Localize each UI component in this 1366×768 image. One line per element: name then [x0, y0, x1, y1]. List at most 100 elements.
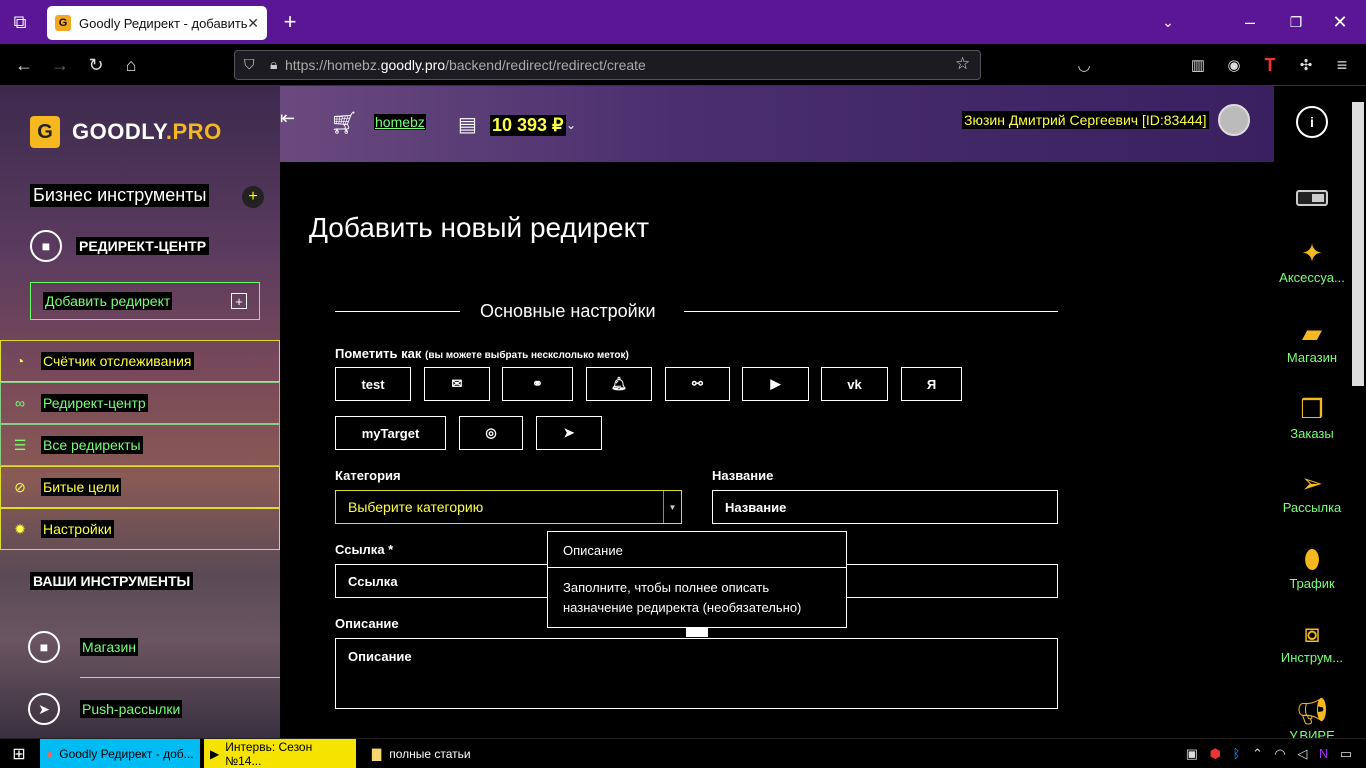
- toggle-switch[interactable]: [1296, 190, 1328, 206]
- category-select[interactable]: Выберите категорию ▼: [335, 490, 682, 524]
- active-tool-label: РЕДИРЕКТ-ЦЕНТР: [76, 237, 210, 255]
- sidebar-item-redirect-center[interactable]: ∞ Редирект-центр: [0, 382, 280, 424]
- orders-icon: ❒: [1300, 394, 1324, 424]
- link-icon: ∞: [15, 395, 25, 411]
- url-bar[interactable]: https://homebz.goodly.pro/backend/redire…: [234, 50, 981, 80]
- lock-icon[interactable]: 🔒︎: [270, 56, 277, 73]
- description-field[interactable]: Описание: [335, 638, 1058, 709]
- browser-tab[interactable]: G Goodly Редирект - добавить ✕: [47, 6, 267, 40]
- logo-icon: G: [30, 116, 60, 148]
- logo-text: GOODLY: [72, 119, 166, 144]
- sidebar-item-broken-goals[interactable]: ⊘ Битые цели: [0, 466, 280, 508]
- minimize-icon[interactable]: –: [1230, 0, 1270, 44]
- mark-bell-button[interactable]: 🔔︎: [586, 367, 652, 401]
- shop-bag-icon: ▰: [1302, 318, 1322, 348]
- bluetooth-icon: ᛒ: [1232, 746, 1241, 761]
- tray-app-icon: ⬢: [1209, 745, 1221, 761]
- restore-icon[interactable]: ❐: [1276, 0, 1316, 44]
- rightbar-item-traffic[interactable]: ⬮ Трафик: [1274, 542, 1350, 591]
- gear-icon: ✹: [14, 520, 26, 537]
- cart-icon[interactable]: 🛒︎: [330, 110, 358, 136]
- list-icon: ☰: [13, 436, 27, 453]
- rightbar-item-megaphone[interactable]: 📢︎ У.ВИРЕ: [1274, 694, 1350, 738]
- rightbar-item-shop[interactable]: ▰ Магазин: [1274, 316, 1350, 365]
- window-close-icon[interactable]: ✕: [1320, 0, 1360, 44]
- taskbar-item-player[interactable]: ▶ Интервь: Сезон №14...: [204, 739, 356, 768]
- play-icon: ▶: [210, 746, 220, 761]
- balance[interactable]: 10 393 ₽: [490, 115, 566, 136]
- mark-broken-link-button[interactable]: ⚯: [665, 367, 730, 401]
- sidebar-item-tracking-counter[interactable]: ◔ Счётчик отслеживания: [0, 340, 280, 382]
- mark-vk-button[interactable]: vk: [821, 367, 888, 401]
- reload-icon[interactable]: ↻: [78, 44, 114, 86]
- add-tool-icon[interactable]: +: [242, 186, 264, 208]
- new-tab-icon[interactable]: +: [270, 0, 310, 44]
- folder-icon: ▇: [372, 746, 382, 761]
- mark-instagram-button[interactable]: ◎: [459, 416, 523, 450]
- mark-telegram-button[interactable]: ➤: [536, 416, 602, 450]
- rightbar-item-accessories[interactable]: ✦ Аксессуа...: [1274, 236, 1350, 285]
- reader-icon[interactable]: ▥: [1180, 44, 1216, 86]
- windows-start-icon[interactable]: ⊞: [0, 739, 38, 768]
- description-label: Описание: [335, 616, 399, 631]
- close-tab-icon[interactable]: ✕: [247, 15, 259, 32]
- section-divider-right: [684, 311, 1058, 312]
- rightbar-item-mailing[interactable]: ➢ Рассылка: [1274, 466, 1350, 515]
- goodly-logo[interactable]: G GOODLY.PRO: [30, 116, 222, 148]
- extensions-icon[interactable]: ✣: [1288, 44, 1324, 86]
- caret-down-icon: ▼: [663, 491, 681, 523]
- forward-arrow-icon[interactable]: →: [42, 44, 78, 86]
- shop-link[interactable]: homebz: [374, 114, 426, 130]
- mark-handshake-button[interactable]: ⚭: [502, 367, 573, 401]
- goodly-favicon-icon: G: [55, 15, 71, 31]
- collapse-sidebar-icon[interactable]: ⇤: [280, 108, 295, 129]
- sidebar-item-all-redirects[interactable]: ☰ Все редиректы: [0, 424, 280, 466]
- bookmark-star-icon[interactable]: ☆: [955, 54, 970, 74]
- home-icon[interactable]: ⌂: [113, 44, 149, 86]
- pocket-icon[interactable]: ◡: [1066, 44, 1102, 86]
- section-divider-left: [335, 311, 460, 312]
- description-tooltip: Описание Заполните, чтобы полнее описать…: [547, 531, 847, 628]
- envelope-icon: ✉: [451, 376, 463, 391]
- tab-list-icon[interactable]: ⧉: [0, 0, 40, 44]
- avatar[interactable]: [1218, 104, 1250, 136]
- menu-icon[interactable]: ≡: [1324, 44, 1360, 86]
- extension-t-icon[interactable]: T: [1252, 44, 1288, 86]
- firefox-icon: ●: [46, 746, 54, 761]
- page-scrollbar[interactable]: [1350, 86, 1366, 738]
- account-icon[interactable]: ◉: [1216, 44, 1252, 86]
- mark-yandex-button[interactable]: Я: [901, 367, 962, 401]
- add-redirect-label: Добавить редирект: [43, 292, 173, 310]
- sidebar-item-settings[interactable]: ✹ Настройки: [0, 508, 280, 550]
- mark-mytarget-button[interactable]: myTarget: [335, 416, 446, 450]
- broken-link-icon: ⚯: [692, 376, 703, 391]
- sidebar-tool-shop[interactable]: Магазин: [80, 638, 139, 657]
- section-title: Основные настройки: [480, 301, 656, 321]
- name-field[interactable]: Название: [712, 490, 1058, 524]
- system-tray[interactable]: ▣ ⬢ ᛒ ⌃ ◠ ◁ N ▭: [1174, 739, 1364, 768]
- back-arrow-icon[interactable]: ←: [6, 44, 42, 86]
- taskbar-item-folder[interactable]: ▇ полные статьи: [366, 739, 526, 768]
- rightbar-item-tools[interactable]: ⧇ Инструм...: [1274, 616, 1350, 665]
- mark-test-button[interactable]: test: [335, 367, 411, 401]
- link-label: Ссылка *: [335, 542, 394, 557]
- mark-youtube-button[interactable]: ▶: [742, 367, 809, 401]
- info-icon[interactable]: i: [1296, 106, 1328, 138]
- user-name[interactable]: Зюзин Дмитрий Сергеевич [ID:83444]: [962, 111, 1209, 129]
- mark-label: Пометить как (вы можете выбрать нескслол…: [335, 346, 629, 361]
- chevron-down-icon[interactable]: ⌄: [566, 118, 576, 132]
- sidebar-tool-push[interactable]: Push-рассылки: [80, 700, 183, 719]
- rightbar-item-orders[interactable]: ❒ Заказы: [1274, 392, 1350, 441]
- add-redirect-button[interactable]: Добавить редирект +: [30, 282, 260, 320]
- mark-email-button[interactable]: ✉: [424, 367, 490, 401]
- category-label: Категория: [335, 468, 401, 483]
- shield-icon[interactable]: ⛉: [244, 56, 255, 73]
- chevron-up-icon: ⌃: [1251, 745, 1263, 761]
- logo-suffix: .PRO: [165, 119, 222, 144]
- taskbar-item-firefox[interactable]: ● Goodly Редирект - доб...: [40, 739, 200, 768]
- tools-section-title: ВАШИ ИНСТРУМЕНТЫ: [30, 572, 194, 590]
- name-label: Название: [712, 468, 774, 483]
- tooltip-arrow: [686, 628, 708, 637]
- chevron-down-icon[interactable]: ⌄: [1148, 0, 1188, 44]
- handshake-icon: ⚭: [532, 376, 543, 391]
